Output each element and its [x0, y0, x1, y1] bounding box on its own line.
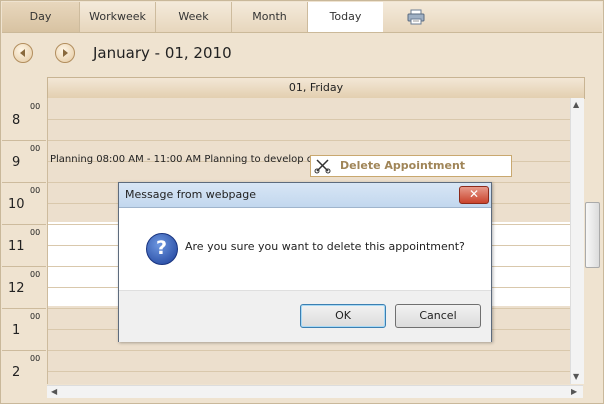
dialog-title: Message from webpage [125, 188, 257, 201]
hour-label: 2 [12, 365, 21, 380]
dialog-titlebar[interactable]: Message from webpage ✕ [119, 183, 491, 208]
ok-button[interactable]: OK [300, 304, 386, 328]
time-slot: 10 00 [2, 182, 46, 225]
time-slot: 9 00 [2, 140, 46, 183]
minute-label: 00 [30, 270, 41, 279]
hour-line [48, 140, 570, 141]
time-slot: 12 00 [2, 266, 46, 309]
hour-label: 12 [8, 281, 25, 296]
dialog-message: Are you sure you want to delete this app… [185, 240, 465, 253]
next-date-button[interactable] [55, 43, 75, 63]
previous-date-button[interactable] [13, 43, 33, 63]
hour-label: 8 [12, 113, 21, 128]
minute-label: 00 [30, 354, 41, 363]
close-icon: ✕ [469, 187, 480, 201]
hour-line [48, 350, 570, 351]
hour-label: 1 [12, 323, 21, 338]
tab-today[interactable]: Today [308, 2, 383, 32]
half-hour-line [48, 371, 570, 372]
vertical-scrollbar[interactable]: ▲ ▼ [570, 98, 584, 384]
scroll-up-icon[interactable]: ▲ [573, 100, 579, 109]
appointment[interactable]: Planning 08:00 AM - 11:00 AM Planning to… [50, 154, 318, 165]
hour-label: 9 [12, 155, 21, 170]
cancel-button[interactable]: Cancel [395, 304, 481, 328]
time-column: 8 00 9 00 10 00 11 00 12 00 1 00 2 00 [2, 98, 46, 384]
tab-workweek[interactable]: Workweek [80, 2, 156, 32]
time-slot: 8 00 [2, 98, 46, 141]
hour-label: 11 [8, 239, 25, 254]
scroll-left-icon[interactable]: ◀ [51, 387, 57, 396]
printer-icon[interactable] [407, 9, 425, 25]
confirm-dialog: Message from webpage ✕ ? Are you sure yo… [118, 182, 492, 342]
minute-label: 00 [30, 312, 41, 321]
minute-label: 00 [30, 144, 41, 153]
question-icon: ? [146, 233, 178, 265]
delete-appointment-menu-item[interactable]: Delete Appointment [340, 159, 465, 172]
time-slot: 1 00 [2, 308, 46, 351]
arrow-left-circle-icon [20, 49, 25, 57]
context-menu: Delete Appointment [310, 155, 512, 177]
time-slot: 11 00 [2, 224, 46, 267]
day-column-header: 01, Friday [47, 77, 585, 99]
close-button[interactable]: ✕ [459, 186, 489, 204]
tab-day[interactable]: Day [2, 2, 80, 32]
scroll-right-icon[interactable]: ▶ [571, 387, 577, 396]
minute-label: 00 [30, 102, 41, 111]
arrow-right-circle-icon [63, 49, 68, 57]
half-hour-line [48, 119, 570, 120]
scissors-icon [314, 158, 332, 174]
scheduler: Day Workweek Week Month Today January - … [0, 0, 604, 404]
vertical-scroll-thumb[interactable] [585, 202, 600, 268]
horizontal-scrollbar[interactable]: ◀ ▶ [47, 385, 583, 398]
tab-month[interactable]: Month [232, 2, 308, 32]
minute-label: 00 [30, 186, 41, 195]
tab-week[interactable]: Week [156, 2, 232, 32]
time-slot: 2 00 [2, 350, 46, 392]
scroll-down-icon[interactable]: ▼ [573, 372, 579, 381]
minute-label: 00 [30, 228, 41, 237]
view-toolbar: Day Workweek Week Month Today [2, 2, 602, 33]
date-title: January - 01, 2010 [93, 44, 232, 62]
hour-label: 10 [8, 197, 25, 212]
